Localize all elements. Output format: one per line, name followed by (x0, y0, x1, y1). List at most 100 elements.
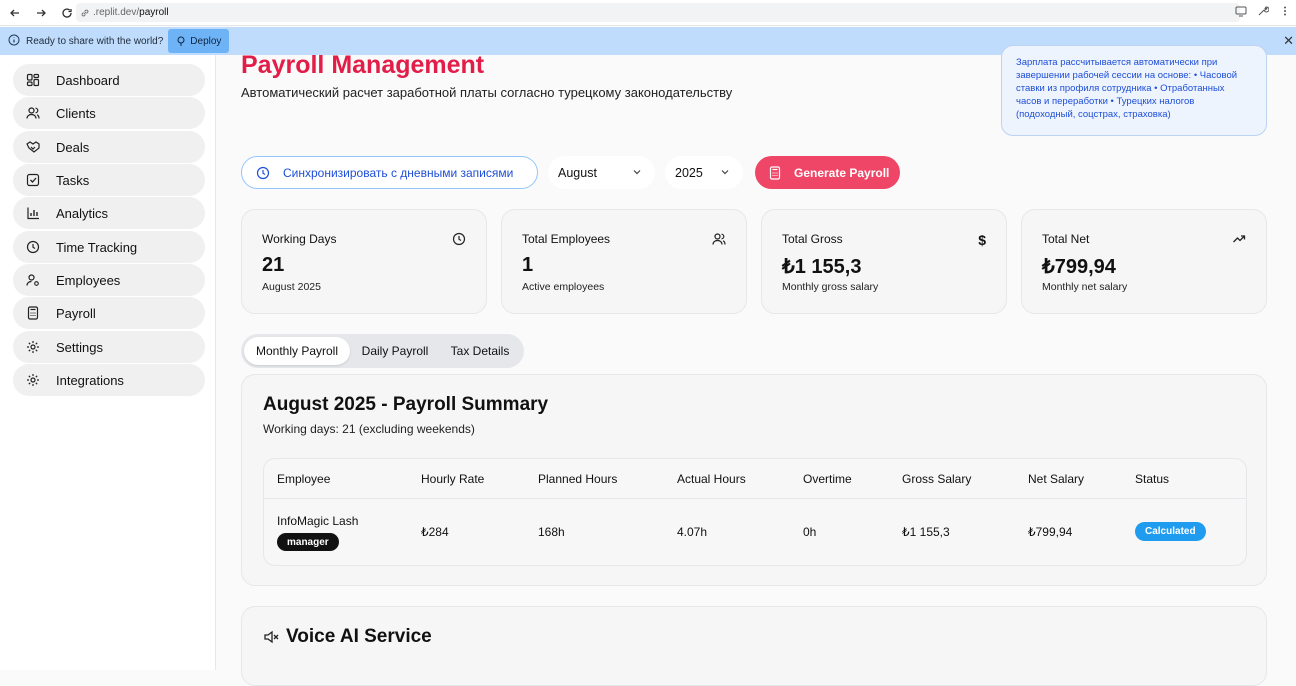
stat-label: Total Net (1042, 232, 1090, 246)
dashboard-icon (25, 72, 41, 88)
trending-up-icon (1232, 232, 1246, 246)
dollar-icon: $ (978, 232, 986, 248)
hourly-rate: ₺284 (421, 525, 449, 539)
stat-label: Total Gross (782, 232, 843, 246)
sidebar-item-label: Deals (56, 139, 90, 155)
user-cog-icon (25, 272, 41, 288)
chevron-down-icon (719, 166, 731, 178)
payroll-tabs: Monthly Payroll Daily Payroll Tax Detail… (241, 334, 524, 368)
cast-icon[interactable] (1234, 4, 1248, 18)
stat-value: 21 (262, 254, 285, 276)
actual-hours: 4.07h (677, 525, 708, 539)
chevron-down-icon (631, 166, 643, 178)
sidebar-item-label: Clients (56, 105, 96, 121)
clock-icon (256, 166, 270, 180)
sidebar: Dashboard Clients Deals Tasks Analytics … (0, 55, 216, 670)
tab-label: Daily Payroll (361, 344, 429, 358)
tab-tax-details[interactable]: Tax Details (440, 337, 520, 365)
column-header: Net Salary (1028, 472, 1085, 486)
page-title: Payroll Management (241, 51, 485, 79)
year-select[interactable]: 2025 (665, 156, 743, 189)
checkbox-icon (25, 172, 41, 188)
close-icon[interactable]: ✕ (1283, 33, 1294, 49)
overtime: 0h (803, 525, 817, 539)
month-value: August (558, 165, 597, 180)
column-header: Gross Salary (902, 472, 972, 486)
sidebar-item-dashboard[interactable]: Dashboard (13, 64, 205, 96)
stat-sub: Active employees (522, 281, 605, 293)
browser-toolbar: .replit.dev/payroll (0, 0, 1296, 26)
sidebar-item-clients[interactable]: Clients (13, 97, 205, 129)
info-icon (8, 34, 20, 49)
sidebar-item-deals[interactable]: Deals (13, 131, 205, 163)
generate-label: Generate Payroll (794, 165, 890, 180)
stat-card-total-employees: Total Employees 1 Active employees (501, 209, 747, 314)
sidebar-item-settings[interactable]: Settings (13, 331, 205, 363)
sidebar-item-analytics[interactable]: Analytics (13, 197, 205, 229)
sidebar-item-tasks[interactable]: Tasks (13, 164, 205, 196)
sidebar-item-employees[interactable]: Employees (13, 264, 205, 296)
column-header: Overtime (803, 472, 852, 486)
generate-payroll-button[interactable]: Generate Payroll (755, 156, 900, 189)
calculator-icon (25, 305, 41, 321)
net-salary: ₺799,94 (1028, 525, 1073, 539)
back-icon[interactable] (4, 2, 26, 24)
handshake-icon (25, 139, 41, 155)
column-header: Actual Hours (677, 472, 746, 486)
address-bar[interactable]: .replit.dev/payroll (76, 3, 1240, 22)
more-icon[interactable] (1278, 4, 1292, 18)
sync-button[interactable]: Синхронизировать с дневными записями (241, 156, 538, 189)
tab-monthly-payroll[interactable]: Monthly Payroll (244, 337, 350, 365)
stat-sub: August 2025 (262, 281, 321, 293)
bar-chart-icon (25, 205, 41, 221)
sidebar-item-time-tracking[interactable]: Time Tracking (13, 231, 205, 263)
stat-card-working-days: Working Days 21 August 2025 (241, 209, 487, 314)
info-text: Зарплата рассчитывается автоматически пр… (1016, 57, 1238, 120)
sidebar-item-label: Payroll (56, 305, 96, 321)
stat-label: Working Days (262, 232, 337, 246)
url-host: .replit.dev/ (93, 7, 140, 18)
reload-icon[interactable] (56, 2, 78, 24)
status-badge: Calculated (1135, 522, 1206, 541)
deploy-icon (176, 36, 186, 46)
page-subtitle: Автоматический расчет заработной платы с… (241, 85, 733, 100)
clock-icon (452, 232, 466, 246)
sidebar-item-label: Tasks (56, 172, 90, 188)
divider (264, 498, 1246, 499)
sidebar-item-integrations[interactable]: Integrations (13, 364, 205, 396)
forward-icon[interactable] (30, 2, 52, 24)
stat-value: ₺799,94 (1042, 256, 1116, 278)
deploy-button[interactable]: Deploy (168, 29, 230, 53)
summary-title: August 2025 - Payroll Summary (263, 394, 549, 415)
stat-sub: Monthly net salary (1042, 281, 1128, 293)
gear-icon (25, 372, 41, 388)
sidebar-item-payroll[interactable]: Payroll (13, 297, 205, 329)
voice-ai-card: Voice AI Service (241, 606, 1267, 686)
tab-label: Tax Details (450, 344, 510, 358)
sidebar-item-label: Time Tracking (56, 239, 138, 255)
tab-label: Monthly Payroll (255, 344, 339, 358)
sync-label: Синхронизировать с дневными записями (283, 165, 514, 180)
payroll-summary-card: August 2025 - Payroll Summary Working da… (241, 374, 1267, 586)
stat-sub: Monthly gross salary (782, 281, 879, 293)
planned-hours: 168h (538, 525, 565, 539)
year-value: 2025 (675, 165, 703, 180)
url-path: payroll (139, 7, 169, 18)
role-badge: manager (277, 533, 339, 551)
sidebar-item-label: Dashboard (56, 72, 120, 88)
gross-salary: ₺1 155,3 (902, 525, 950, 539)
voice-title: Voice AI Service (286, 626, 432, 647)
clock-icon (25, 239, 41, 255)
sidebar-item-label: Settings (56, 339, 103, 355)
column-header: Status (1135, 472, 1170, 486)
wrench-icon[interactable] (1256, 4, 1270, 18)
calculator-icon (768, 165, 782, 180)
tab-daily-payroll[interactable]: Daily Payroll (353, 337, 437, 365)
users-icon (25, 105, 41, 121)
stat-card-total-gross: Total Gross ₺1 155,3 Monthly gross salar… (761, 209, 1007, 314)
info-box: Зарплата рассчитывается автоматически пр… (1001, 45, 1267, 136)
speaker-muted-icon[interactable] (263, 629, 279, 645)
month-select[interactable]: August (548, 156, 655, 189)
sidebar-item-label: Employees (56, 272, 121, 288)
payroll-table: Employee Hourly Rate Planned Hours Actua… (263, 458, 1247, 566)
